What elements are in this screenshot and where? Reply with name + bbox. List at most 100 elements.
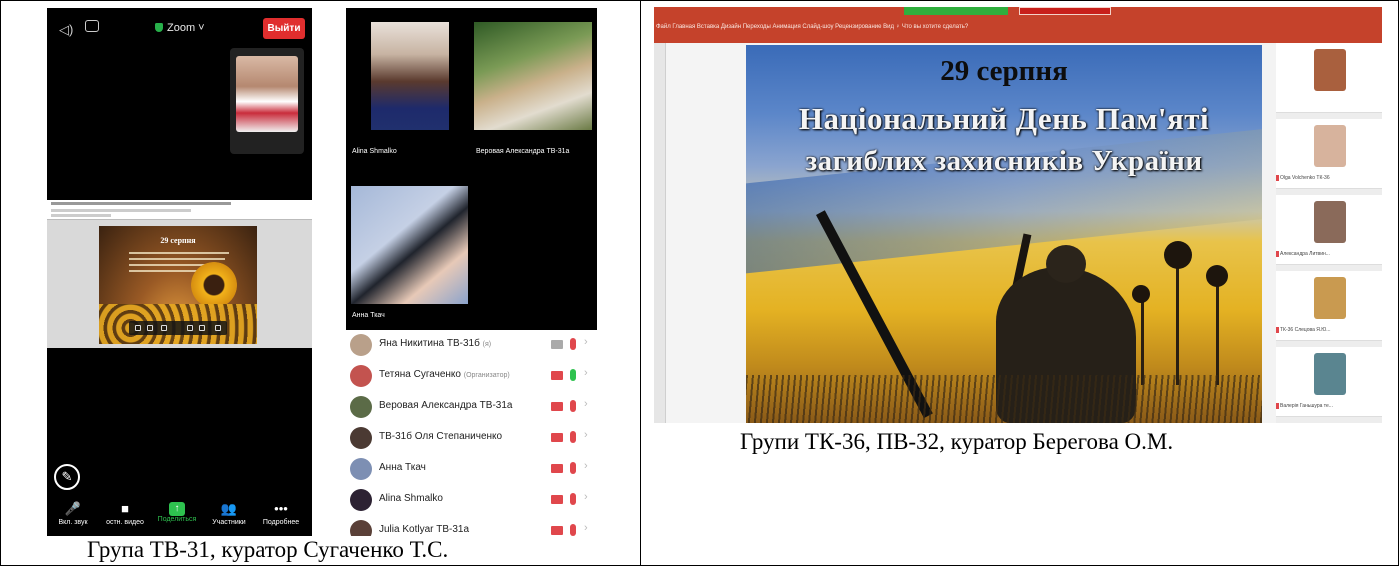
participants-button[interactable]: 👥 Участники bbox=[203, 496, 255, 536]
participant-row[interactable]: Яна Никитина ТВ-31б (я) › bbox=[346, 330, 597, 360]
avatar bbox=[350, 489, 372, 511]
gallery-tile[interactable] bbox=[1276, 43, 1382, 113]
share-button[interactable]: ↑ Поделиться bbox=[151, 496, 203, 536]
participant-row[interactable]: Тетяна Сугаченко (Организатор) › bbox=[346, 361, 597, 391]
video-gallery: Alina Shmalko Веровая Александра ТВ-31а … bbox=[346, 8, 597, 330]
video-tile-verovaya-caption: Веровая Александра ТВ-31а bbox=[474, 146, 597, 158]
self-video-thumbnail[interactable] bbox=[230, 48, 304, 154]
meeting-info[interactable]: Zoom ˅ bbox=[155, 22, 205, 34]
slide-title-line-1: Національний День Пам'яті bbox=[798, 101, 1210, 136]
avatar bbox=[350, 520, 372, 536]
video-tile-verovaya[interactable] bbox=[474, 22, 592, 130]
video-icon: ■ bbox=[121, 501, 129, 516]
mic-status-icon bbox=[570, 431, 576, 443]
avatar bbox=[350, 458, 372, 480]
chevron-right-icon[interactable]: › bbox=[584, 336, 588, 348]
chevron-right-icon[interactable]: › bbox=[584, 491, 588, 503]
participant-row[interactable]: Julia Kotlyar ТВ-31а › bbox=[346, 516, 597, 536]
participant-row[interactable]: Веровая Александра ТВ-31а › bbox=[346, 392, 597, 422]
stop-video-label: остн. видео bbox=[106, 519, 144, 526]
avatar bbox=[350, 334, 372, 356]
participant-name: Alina Shmalko bbox=[379, 493, 443, 504]
participant-video bbox=[1314, 277, 1346, 319]
gallery-tile[interactable]: Olga Volchenko ТК-36 bbox=[1276, 119, 1382, 189]
zoom-toolbar: 🎤 Вкл. звук ■ остн. видео ↑ Поделиться 👥… bbox=[47, 496, 312, 536]
shield-icon bbox=[155, 23, 163, 32]
powerpoint-screenshot: Файл Главная Вставка Дизайн Переходы Ани… bbox=[654, 7, 1382, 423]
chevron-right-icon[interactable]: › bbox=[584, 398, 588, 410]
muted-mic-icon bbox=[1276, 175, 1279, 181]
video-tile-alina[interactable] bbox=[371, 22, 449, 130]
muted-mic-icon bbox=[1276, 327, 1279, 333]
chevron-right-icon[interactable]: › bbox=[584, 460, 588, 472]
muted-mic-icon: 🎤 bbox=[64, 501, 82, 516]
ppt-ribbon: Файл Главная Вставка Дизайн Переходы Ани… bbox=[654, 7, 1382, 43]
participant-name: ТВ-31б Оля Степаниченко bbox=[379, 431, 502, 442]
participant-video bbox=[1314, 125, 1346, 167]
stop-video-button[interactable]: ■ остн. видео bbox=[99, 496, 151, 536]
gallery-participant-name: Валерія Ганьшура те... bbox=[1280, 403, 1333, 409]
gallery-participant-name: Александра Литвин... bbox=[1280, 251, 1330, 257]
avatar bbox=[350, 427, 372, 449]
video-status-icon bbox=[551, 433, 563, 442]
ppt-thumbnail-pane bbox=[654, 43, 666, 423]
participant-name-text: Яна Никитина ТВ-31б bbox=[379, 338, 480, 349]
leave-button[interactable]: Выйти bbox=[263, 18, 305, 39]
slideshow-controls[interactable] bbox=[129, 321, 227, 335]
participant-role: (Организатор) bbox=[463, 372, 510, 379]
participant-name: Веровая Александра ТВ-31а bbox=[379, 400, 512, 411]
chevron-right-icon[interactable]: › bbox=[584, 429, 588, 441]
participant-role: (я) bbox=[482, 341, 492, 348]
unmute-button[interactable]: 🎤 Вкл. звук bbox=[47, 496, 99, 536]
mic-status-icon bbox=[570, 462, 576, 474]
shared-slide-title: 29 серпня bbox=[160, 236, 196, 245]
left-caption: Група ТВ-31, куратор Сугаченко Т.С. bbox=[87, 537, 449, 562]
participant-video bbox=[1314, 201, 1346, 243]
share-label: Поделиться bbox=[157, 516, 197, 523]
gallery-tile[interactable]: Валерія Ганьшура те... bbox=[1276, 347, 1382, 417]
zoom-participants-screenshot: Alina Shmalko Веровая Александра ТВ-31а … bbox=[346, 8, 597, 536]
video-status-icon bbox=[551, 464, 563, 473]
more-button[interactable]: ••• Подробнее bbox=[255, 496, 307, 536]
video-status-icon bbox=[551, 371, 563, 380]
participant-video bbox=[1314, 49, 1346, 91]
right-caption: Групи ТК-36, ПВ-32, куратор Берегова О.М… bbox=[740, 429, 1174, 454]
chevron-right-icon[interactable]: › bbox=[584, 522, 588, 534]
soldier-head bbox=[1046, 245, 1086, 283]
slide-date: 29 серпня bbox=[940, 55, 1068, 87]
zoom-gallery-strip: Olga Volchenko ТК-36 Александра Литвин...… bbox=[1276, 43, 1382, 423]
video-status-icon bbox=[551, 340, 563, 349]
more-icon: ••• bbox=[274, 501, 288, 516]
zoom-phone-screenshot: ◁) Zoom ˅ Выйти 29 серпня ✎ 🎤 Вкл. звук … bbox=[47, 8, 312, 536]
participant-row[interactable]: ТВ-31б Оля Степаниченко › bbox=[346, 423, 597, 453]
participant-row[interactable]: Анна Ткач › bbox=[346, 454, 597, 484]
ribbon-notice-green bbox=[904, 7, 1008, 15]
video-status-icon bbox=[551, 526, 563, 535]
participant-name-text: Julia Kotlyar ТВ-31а bbox=[379, 524, 470, 535]
video-tile-alina-caption: Alina Shmalko bbox=[348, 146, 468, 158]
participant-name-text: ТВ-31б Оля Степаниченко bbox=[379, 431, 503, 442]
ppt-canvas-bg bbox=[666, 43, 746, 423]
muted-mic-icon bbox=[1276, 403, 1279, 409]
annotate-pen-button[interactable]: ✎ bbox=[54, 464, 80, 490]
participant-name-text: Тетяна Сугаченко bbox=[379, 369, 461, 380]
sunflower-image bbox=[191, 262, 237, 308]
speaker-icon[interactable]: ◁) bbox=[59, 22, 73, 38]
video-tile-anna[interactable] bbox=[351, 186, 468, 304]
avatar bbox=[350, 365, 372, 387]
unmute-label: Вкл. звук bbox=[58, 519, 88, 526]
memorial-slide: 29 серпня Національний День Пам'яті заги… bbox=[746, 45, 1262, 423]
gallery-tile[interactable]: ТК-36 Слецова Я.Ю... bbox=[1276, 271, 1382, 341]
ribbon-menu[interactable]: Файл Главная Вставка Дизайн Переходы Ани… bbox=[656, 24, 968, 30]
switch-camera-icon[interactable] bbox=[85, 20, 99, 32]
gallery-tile[interactable]: Александра Литвин... bbox=[1276, 195, 1382, 265]
video-participant-name: Анна Ткач bbox=[352, 312, 385, 319]
screen-share-view: 29 серпня bbox=[47, 200, 312, 348]
participant-row[interactable]: Alina Shmalko › bbox=[346, 485, 597, 515]
video-participant-name: Alina Shmalko bbox=[352, 148, 397, 155]
self-video bbox=[236, 56, 298, 132]
chevron-right-icon[interactable]: › bbox=[584, 367, 588, 379]
gallery-participant-name: ТК-36 Слецова Я.Ю... bbox=[1280, 327, 1331, 333]
video-tile-anna-caption: Анна Ткач bbox=[348, 310, 468, 322]
meeting-name: Zoom ˅ bbox=[167, 22, 205, 34]
